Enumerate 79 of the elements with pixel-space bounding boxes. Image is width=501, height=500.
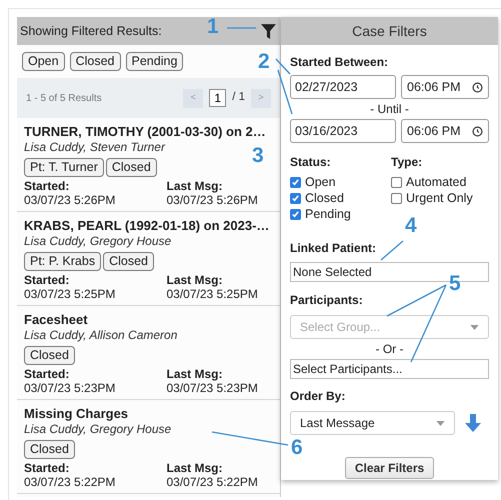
tag: Pending	[126, 52, 184, 71]
filter-icon[interactable]	[260, 22, 277, 40]
tag: Closed	[106, 158, 157, 177]
tag: Pt: T. Turner	[24, 158, 104, 177]
last-message-time: 03/07/23 5:23PM	[166, 381, 259, 395]
tag: Closed	[24, 346, 75, 365]
clock-icon	[472, 82, 483, 92]
checkbox-label: Closed	[305, 190, 344, 207]
case-title: Facesheet	[24, 312, 89, 328]
callout-number: 6	[291, 437, 303, 459]
checkbox[interactable]	[290, 192, 301, 204]
case-card[interactable]: Facesheet Lisa Cuddy, Allison Cameron Closed Started: Last Msg: 03/07/23 5:23PM 03/07/23 5:23PM	[17, 306, 280, 400]
leader-line	[227, 27, 256, 29]
tag: Closed	[70, 52, 121, 71]
field-label: Linked Patient:	[290, 240, 376, 257]
page-total: / 1	[232, 90, 245, 106]
started-label: Started:	[24, 273, 70, 287]
started-time: 03/07/23 5:22PM	[24, 475, 116, 489]
panel-header: Showing Filtered Results:	[20, 22, 162, 40]
date-field[interactable]: 03/16/2023	[290, 119, 396, 143]
last-message-label: Last Msg:	[166, 273, 224, 287]
tag: Pt: P. Krabs	[24, 252, 102, 271]
case-participants: Lisa Cuddy, Steven Turner	[24, 140, 165, 155]
started-label: Started:	[24, 367, 70, 381]
callout-number: 4	[405, 215, 417, 237]
case-title: Missing Charges	[24, 406, 130, 422]
case-card[interactable]: Missing Charges Lisa Cuddy, Gregory House Closed Started: Last Msg: 03/07/23 5:22PM 03/07/23 5:22PM	[17, 400, 280, 494]
started-label: Started:	[24, 179, 70, 193]
started-label: Started:	[24, 461, 70, 475]
time-field[interactable]: 06:06 PM	[401, 119, 489, 143]
last-message-label: Last Msg:	[166, 179, 224, 193]
checkbox-label: Pending	[305, 206, 351, 223]
case-card[interactable]: KRABS, PEARL (1992-01-18) on 2023-… Lisa Cuddy, Gregory House Pt: P. Krabs Closed Started: Last Msg: 03/07/23 5:25PM 03/07/23 5:25PM	[17, 212, 280, 306]
last-message-time: 03/07/23 5:25PM	[166, 287, 259, 301]
panel-title: Case Filters	[352, 22, 427, 40]
last-message-label: Last Msg:	[166, 461, 224, 475]
checkbox[interactable]	[290, 208, 301, 220]
started-time: 03/07/23 5:25PM	[24, 287, 116, 301]
order-select[interactable]: Last Message	[290, 411, 455, 435]
checkbox-label: Automated	[406, 174, 466, 191]
callout-number: 2	[258, 51, 270, 73]
last-message-time: 03/07/23 5:22PM	[166, 475, 259, 489]
page-field[interactable]: 1	[209, 89, 226, 107]
started-time: 03/07/23 5:23PM	[24, 381, 116, 395]
case-title: TURNER, TIMOTHY (2001-03-30) on 2…	[24, 124, 267, 140]
checkbox[interactable]	[391, 176, 402, 188]
caret-icon	[436, 420, 445, 426]
sort-descending-icon[interactable]	[465, 414, 481, 432]
last-message-time: 03/07/23 5:26PM	[166, 193, 259, 207]
until-label: - Until -	[369, 101, 410, 118]
tag: Closed	[103, 252, 154, 271]
field-label: Participants:	[290, 292, 363, 309]
checkbox-label: Urgent Only	[406, 190, 473, 207]
or-label: - Or -	[374, 341, 404, 358]
case-participants: Lisa Cuddy, Allison Cameron	[24, 328, 178, 343]
caret-icon	[470, 324, 479, 330]
time-field[interactable]: 06:06 PM	[401, 75, 489, 99]
field-label: Status:	[290, 154, 332, 171]
field-label: Order By:	[290, 388, 346, 405]
clear-filters-button[interactable]: Clear Filters	[344, 457, 434, 479]
field-label: Type:	[391, 154, 424, 171]
callout-number: 3	[252, 145, 264, 167]
case-title: KRABS, PEARL (1992-01-18) on 2023-…	[24, 218, 270, 234]
checkbox-label: Open	[305, 174, 336, 191]
field-label: Started Between:	[290, 54, 388, 71]
tag: Closed	[24, 440, 75, 459]
results-count: 1 - 5 of 5 Results	[26, 92, 102, 106]
case-participants: Lisa Cuddy, Gregory House	[24, 234, 172, 249]
participants-field[interactable]: Select Participants...	[290, 359, 489, 379]
case-participants: Lisa Cuddy, Gregory House	[24, 422, 172, 437]
checkbox[interactable]	[290, 176, 301, 188]
checkbox[interactable]	[391, 192, 402, 204]
started-time: 03/07/23 5:26PM	[24, 193, 116, 207]
date-field[interactable]: 02/27/2023	[290, 75, 396, 99]
tag: Open	[22, 52, 65, 71]
callout-number: 1	[207, 16, 219, 38]
leader-line	[380, 240, 404, 260]
last-message-label: Last Msg:	[166, 367, 224, 381]
clock-icon	[472, 126, 483, 136]
